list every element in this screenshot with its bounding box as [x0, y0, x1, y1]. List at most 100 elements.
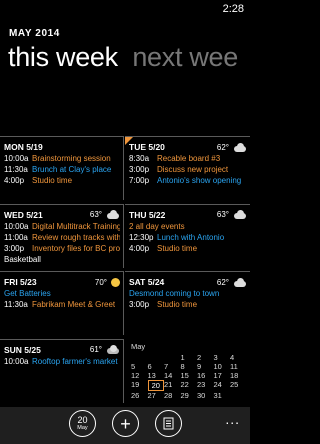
mini-calendar-day[interactable]: 21: [164, 380, 181, 391]
day-cell[interactable]: SAT 5/24 62° Desmond coming to town 3:00p St…: [125, 271, 250, 335]
event-item[interactable]: 3:00p Inventory files for BC pro: [4, 243, 120, 254]
mini-calendar-day[interactable]: 15: [181, 371, 198, 380]
add-event-button[interactable]: +: [112, 410, 139, 437]
day-label: SUN 5/25: [4, 344, 41, 355]
mini-calendar-day[interactable]: 24: [214, 380, 231, 391]
mini-calendar-day[interactable]: 23: [197, 380, 214, 391]
mini-calendar-day[interactable]: 22: [181, 380, 198, 391]
mini-calendar-day[interactable]: 1: [181, 353, 198, 362]
event-item[interactable]: 11:30a Fabrikam Meet & Greet: [4, 299, 120, 310]
day-label: WED 5/21: [4, 209, 43, 220]
event-item[interactable]: 3:00p Discuss new project: [129, 164, 247, 175]
event-item[interactable]: 4:00p Studio time: [129, 243, 247, 254]
mini-calendar-day[interactable]: 9: [197, 362, 214, 371]
day-header: FRI 5/23 70°: [4, 276, 120, 288]
day-header: MON 5/19: [4, 141, 120, 153]
day-cell[interactable]: THU 5/22 63° 2 all day events 12:30p Lunch w…: [125, 203, 250, 268]
weather: 61°: [90, 345, 120, 354]
day-label: MON 5/19: [4, 142, 43, 152]
mini-calendar-day[interactable]: 4: [230, 353, 247, 362]
day-cell[interactable]: TUE 5/20 62° 8:30a Recable board #3 3:00p Dis…: [125, 136, 250, 200]
mini-calendar-day[interactable]: 29: [181, 391, 198, 400]
event-item[interactable]: Get Batteries: [4, 288, 120, 299]
day-cell[interactable]: MON 5/19 10:00a Brainstorming session 11:30…: [0, 136, 124, 200]
today-button[interactable]: 20 May: [69, 410, 96, 437]
mini-calendar-day[interactable]: 27: [148, 391, 165, 400]
temperature: 70°: [94, 277, 107, 287]
day-cell[interactable]: FRI 5/23 70° Get Batteries 11:30a Fabrikam M…: [0, 271, 124, 335]
mini-calendar-day[interactable]: 6: [148, 362, 165, 371]
day-label: TUE 5/20: [129, 142, 165, 152]
mini-calendar-day[interactable]: 25: [230, 380, 247, 391]
mini-calendar-day[interactable]: 30: [197, 391, 214, 400]
cloud-icon: [233, 142, 247, 152]
mini-calendar-day[interactable]: 2: [197, 353, 214, 362]
mini-calendar-day[interactable]: 14: [164, 371, 181, 380]
event-title: Studio time: [157, 243, 198, 253]
mini-calendar-day[interactable]: 28: [164, 391, 181, 400]
day-cell[interactable]: SUN 5/25 61° 10:00a Rooftop farmer's market: [0, 338, 124, 403]
day-header: SUN 5/25 61°: [4, 344, 120, 356]
mini-calendar-day[interactable]: 31: [214, 391, 231, 400]
event-title: Studio time: [32, 176, 73, 185]
event-item[interactable]: 10:00a Digital Multitrack Training: [4, 221, 120, 232]
event-time: 4:00p: [4, 176, 25, 185]
day-header: TUE 5/20 62°: [129, 141, 247, 153]
event-item[interactable]: 3:00p Studio time: [129, 299, 247, 310]
event-time: 10:00a: [4, 154, 29, 163]
event-time: 11:30a: [4, 165, 28, 174]
cloud-icon: [106, 210, 120, 219]
more-menu-button[interactable]: ...: [225, 411, 240, 427]
mini-calendar-day[interactable]: 3: [214, 353, 231, 362]
today-marker: [125, 137, 133, 145]
mini-calendar-day: [148, 353, 165, 362]
mini-calendar-day[interactable]: 11: [230, 362, 247, 371]
weather: 63°: [217, 210, 247, 219]
mini-calendar-day[interactable]: 17: [214, 371, 231, 380]
mini-calendar-day: [230, 391, 247, 400]
event-time: 12:30p: [129, 232, 154, 242]
event-item[interactable]: 10:00a Rooftop farmer's market: [4, 356, 120, 367]
tasks-button[interactable]: [155, 410, 182, 437]
event-title: Fabrikam Meet & Greet: [32, 300, 116, 309]
day-label: THU 5/22: [129, 209, 166, 220]
clock: 2:28: [222, 3, 244, 15]
event-title: Antonio's show opening: [157, 176, 242, 185]
event-item[interactable]: 7:00p Antonio's show opening: [129, 175, 247, 186]
mini-calendar[interactable]: May 1 2 3 4 5 6 7 8 9 10 11 12 13 14 15 16 17 18 19 20 21 22 2…: [131, 342, 248, 400]
event-item[interactable]: 11:30a Brunch at Clay's place: [4, 164, 120, 175]
month-title: MAY 2014: [9, 28, 60, 39]
temperature: 61°: [89, 345, 102, 354]
day-cell[interactable]: WED 5/21 63° 10:00a Digital Multitrack Trai…: [0, 203, 124, 268]
event-item[interactable]: 12:30p Lunch with Antonio: [129, 232, 247, 243]
mini-calendar-day[interactable]: 26: [131, 391, 148, 400]
mini-calendar-day: [164, 353, 181, 362]
event-time: 10:00a: [4, 356, 29, 366]
mini-calendar-day[interactable]: 18: [230, 371, 247, 380]
mini-calendar-week: 12 13 14 15 16 17 18: [131, 371, 248, 380]
event-item[interactable]: 4:00p Studio time: [4, 175, 120, 186]
mini-calendar-day[interactable]: 7: [164, 362, 181, 371]
event-item[interactable]: 2 all day events: [129, 221, 247, 232]
event-item[interactable]: 8:30a Recable board #3: [129, 153, 247, 164]
event-item[interactable]: 10:00a Brainstorming session: [4, 153, 120, 164]
mini-calendar-day[interactable]: 13: [148, 371, 165, 380]
mini-calendar-day[interactable]: 19: [131, 380, 148, 391]
mini-calendar-week: 1234: [131, 353, 248, 362]
mini-calendar-day[interactable]: 12: [131, 371, 148, 380]
event-item[interactable]: 11:00a Review rough tracks with: [4, 232, 120, 243]
mini-calendar-day[interactable]: 10: [214, 362, 231, 371]
event-item[interactable]: Desmond coming to town: [129, 288, 247, 299]
mini-calendar-day[interactable]: 16: [197, 371, 214, 380]
pivot-next-week[interactable]: next wee: [132, 42, 238, 73]
event-time: 3:00p: [4, 243, 25, 253]
pivot-this-week[interactable]: this week: [8, 42, 118, 73]
mini-calendar-day[interactable]: 8: [181, 362, 198, 371]
temperature: 63°: [216, 210, 229, 219]
event-title: Discuss new project: [157, 165, 229, 174]
tasks-icon: [163, 417, 174, 430]
weather: 70°: [94, 277, 120, 287]
mini-calendar-day[interactable]: 20: [147, 380, 164, 391]
event-item[interactable]: Basketball: [4, 254, 120, 265]
mini-calendar-day[interactable]: 5: [131, 362, 148, 371]
